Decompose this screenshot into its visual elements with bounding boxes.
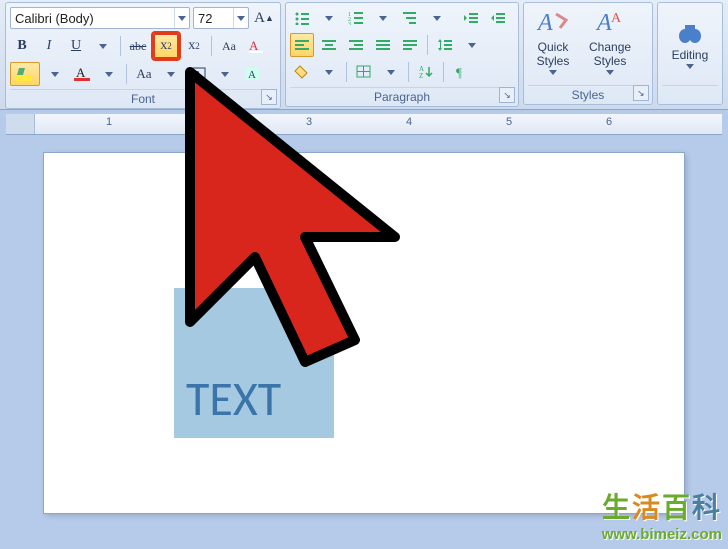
watermark-url: www.bimeiz.com	[602, 526, 722, 543]
bullets-dropdown[interactable]	[317, 6, 341, 30]
show-marks-button[interactable]: ¶	[449, 60, 473, 84]
svg-text:A: A	[248, 69, 256, 81]
decrease-indent-button[interactable]	[459, 6, 483, 30]
change-styles-button[interactable]: AA Change Styles	[581, 6, 639, 82]
case-menu-button[interactable]: Aa	[132, 62, 156, 86]
case-menu-dropdown[interactable]	[159, 62, 183, 86]
svg-text:A: A	[536, 10, 553, 36]
font-size-value: 72	[194, 11, 216, 26]
shading-button[interactable]	[290, 60, 314, 84]
font-size-dropdown[interactable]	[233, 8, 248, 28]
svg-text:¶: ¶	[456, 65, 462, 79]
shading-dropdown[interactable]	[317, 60, 341, 84]
document-area: 1 2 3 4 5 6 TEXT	[0, 114, 728, 513]
svg-text:A: A	[76, 66, 86, 80]
char-border-dropdown[interactable]	[213, 62, 237, 86]
font-dialog-launcher[interactable]: ↘	[261, 89, 277, 105]
binoculars-icon	[676, 20, 704, 46]
strikethrough-button[interactable]: abc	[126, 34, 150, 58]
align-center-button[interactable]	[317, 33, 341, 57]
horizontal-ruler[interactable]: 1 2 3 4 5 6	[6, 114, 722, 135]
styles-dialog-launcher[interactable]: ↘	[633, 85, 649, 101]
svg-text:A: A	[611, 11, 622, 26]
svg-text:Z: Z	[419, 72, 423, 79]
font-name-combo[interactable]: Calibri (Body)	[10, 7, 190, 29]
group-title-styles: Styles	[528, 85, 648, 104]
editing-label: Editing	[672, 48, 709, 62]
group-styles: A Quick Styles AA Change Styles Styles ↘	[523, 2, 653, 105]
char-border-button[interactable]: A	[186, 62, 210, 86]
watermark: 生活百科 www.bimeiz.com	[602, 486, 722, 543]
svg-text:Aa: Aa	[222, 39, 237, 53]
paragraph-dialog-launcher[interactable]: ↘	[499, 87, 515, 103]
change-styles-label: Change Styles	[589, 40, 631, 68]
watermark-cn: 生活百科	[602, 486, 722, 526]
underline-dropdown[interactable]	[91, 34, 115, 58]
font-color-button[interactable]: A	[70, 62, 94, 86]
grow-font-button[interactable]: A▲	[252, 6, 276, 30]
group-font: Calibri (Body) 72 A▲ B I U abc	[5, 2, 281, 109]
font-name-value: Calibri (Body)	[11, 11, 98, 26]
group-title-paragraph: Paragraph	[290, 87, 514, 106]
bold-button[interactable]: B	[10, 34, 34, 58]
svg-text:A: A	[194, 69, 202, 81]
svg-text:A: A	[595, 10, 612, 36]
superscript-button[interactable]: x2	[182, 34, 206, 58]
numbering-button[interactable]: 123	[344, 6, 368, 30]
quick-styles-label: Quick Styles	[537, 40, 570, 68]
numbering-dropdown[interactable]	[371, 6, 395, 30]
change-case-button[interactable]: Aa	[217, 34, 241, 58]
increase-indent-button[interactable]	[486, 6, 510, 30]
selected-textbox[interactable]: TEXT	[174, 288, 334, 438]
editing-button[interactable]: Editing	[664, 18, 717, 71]
textbox-content: TEXT	[186, 369, 281, 428]
line-spacing-button[interactable]	[433, 33, 457, 57]
line-spacing-dropdown[interactable]	[460, 33, 484, 57]
change-styles-icon: AA	[593, 8, 627, 38]
clear-formatting-button[interactable]: A	[244, 34, 268, 58]
highlight-dropdown[interactable]	[43, 62, 67, 86]
sort-button[interactable]: AZ	[414, 60, 438, 84]
multilevel-button[interactable]	[398, 6, 422, 30]
borders-dropdown[interactable]	[379, 60, 403, 84]
font-name-dropdown[interactable]	[174, 8, 189, 28]
group-title-font: Font	[10, 89, 276, 108]
svg-text:A: A	[249, 38, 259, 53]
subscript-button[interactable]: x2	[153, 33, 179, 59]
underline-button[interactable]: U	[64, 34, 88, 58]
ribbon: Calibri (Body) 72 A▲ B I U abc	[0, 0, 728, 110]
font-color-dropdown[interactable]	[97, 62, 121, 86]
quick-styles-icon: A	[536, 8, 570, 38]
quick-styles-button[interactable]: A Quick Styles	[528, 6, 578, 82]
document-page[interactable]: TEXT	[44, 153, 684, 513]
char-shading-button[interactable]: A	[240, 62, 264, 86]
borders-button[interactable]	[352, 60, 376, 84]
italic-button[interactable]: I	[37, 34, 61, 58]
group-paragraph: 123 ¶ ¶	[285, 2, 519, 107]
svg-text:3: 3	[348, 22, 351, 25]
font-size-combo[interactable]: 72	[193, 7, 249, 29]
align-right-button[interactable]	[344, 33, 368, 57]
distribute-button[interactable]	[398, 33, 422, 57]
multilevel-dropdown[interactable]	[425, 6, 449, 30]
bullets-button[interactable]	[290, 6, 314, 30]
group-editing: Editing	[657, 2, 723, 105]
highlight-button[interactable]	[10, 62, 40, 86]
align-left-button[interactable]	[290, 33, 314, 57]
justify-button[interactable]	[371, 33, 395, 57]
